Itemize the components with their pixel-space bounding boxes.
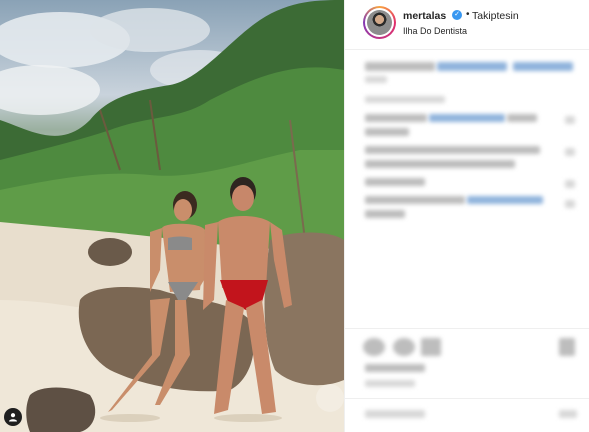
blurred-timestamp — [365, 380, 415, 387]
like-icon[interactable] — [363, 338, 385, 356]
blurred-caption-line — [365, 76, 387, 83]
blurred-comment — [507, 114, 537, 122]
following-status-button[interactable]: Takiptesin — [472, 10, 519, 22]
blurred-comment-input[interactable] — [365, 410, 425, 418]
blurred-caption-link — [513, 62, 573, 71]
blurred-comment — [429, 114, 505, 122]
blurred-likes-count — [365, 364, 425, 372]
blurred-like-icon — [565, 180, 575, 188]
user-tag-icon[interactable] — [4, 408, 22, 426]
location-link[interactable]: Ilha Do Dentista — [403, 26, 467, 36]
bookmark-icon[interactable] — [559, 338, 575, 356]
blurred-comment — [365, 196, 465, 204]
blurred-comment — [365, 178, 425, 186]
avatar-frame — [365, 8, 394, 37]
blurred-like-icon — [565, 200, 575, 208]
blurred-comment — [365, 160, 515, 168]
blurred-comment — [365, 128, 409, 136]
divider — [345, 328, 589, 329]
header-separator: • — [466, 9, 470, 20]
blurred-comment — [467, 196, 543, 204]
avatar[interactable] — [363, 6, 396, 39]
blurred-caption-link — [437, 62, 507, 71]
post-side-panel: mertalas ✓ • Takiptesin Ilha Do Dentista — [344, 0, 589, 432]
comment-icon[interactable] — [393, 338, 415, 356]
blurred-like-icon — [565, 148, 575, 156]
blurred-time — [365, 96, 445, 103]
avatar-image — [367, 10, 392, 35]
post-header: mertalas ✓ • Takiptesin Ilha Do Dentista — [345, 0, 589, 50]
blurred-comment — [365, 210, 405, 218]
username-link[interactable]: mertalas — [403, 10, 446, 22]
blurred-caption-line — [365, 62, 435, 71]
blurred-like-icon — [565, 116, 575, 124]
share-icon[interactable] — [421, 338, 441, 356]
blurred-post-button[interactable] — [559, 410, 577, 418]
blurred-comment — [365, 114, 427, 122]
post-photo[interactable] — [0, 0, 344, 432]
verified-badge-icon: ✓ — [452, 10, 462, 20]
divider — [345, 398, 589, 399]
blurred-comment — [365, 146, 540, 154]
beach-scene-illustration — [0, 0, 344, 432]
